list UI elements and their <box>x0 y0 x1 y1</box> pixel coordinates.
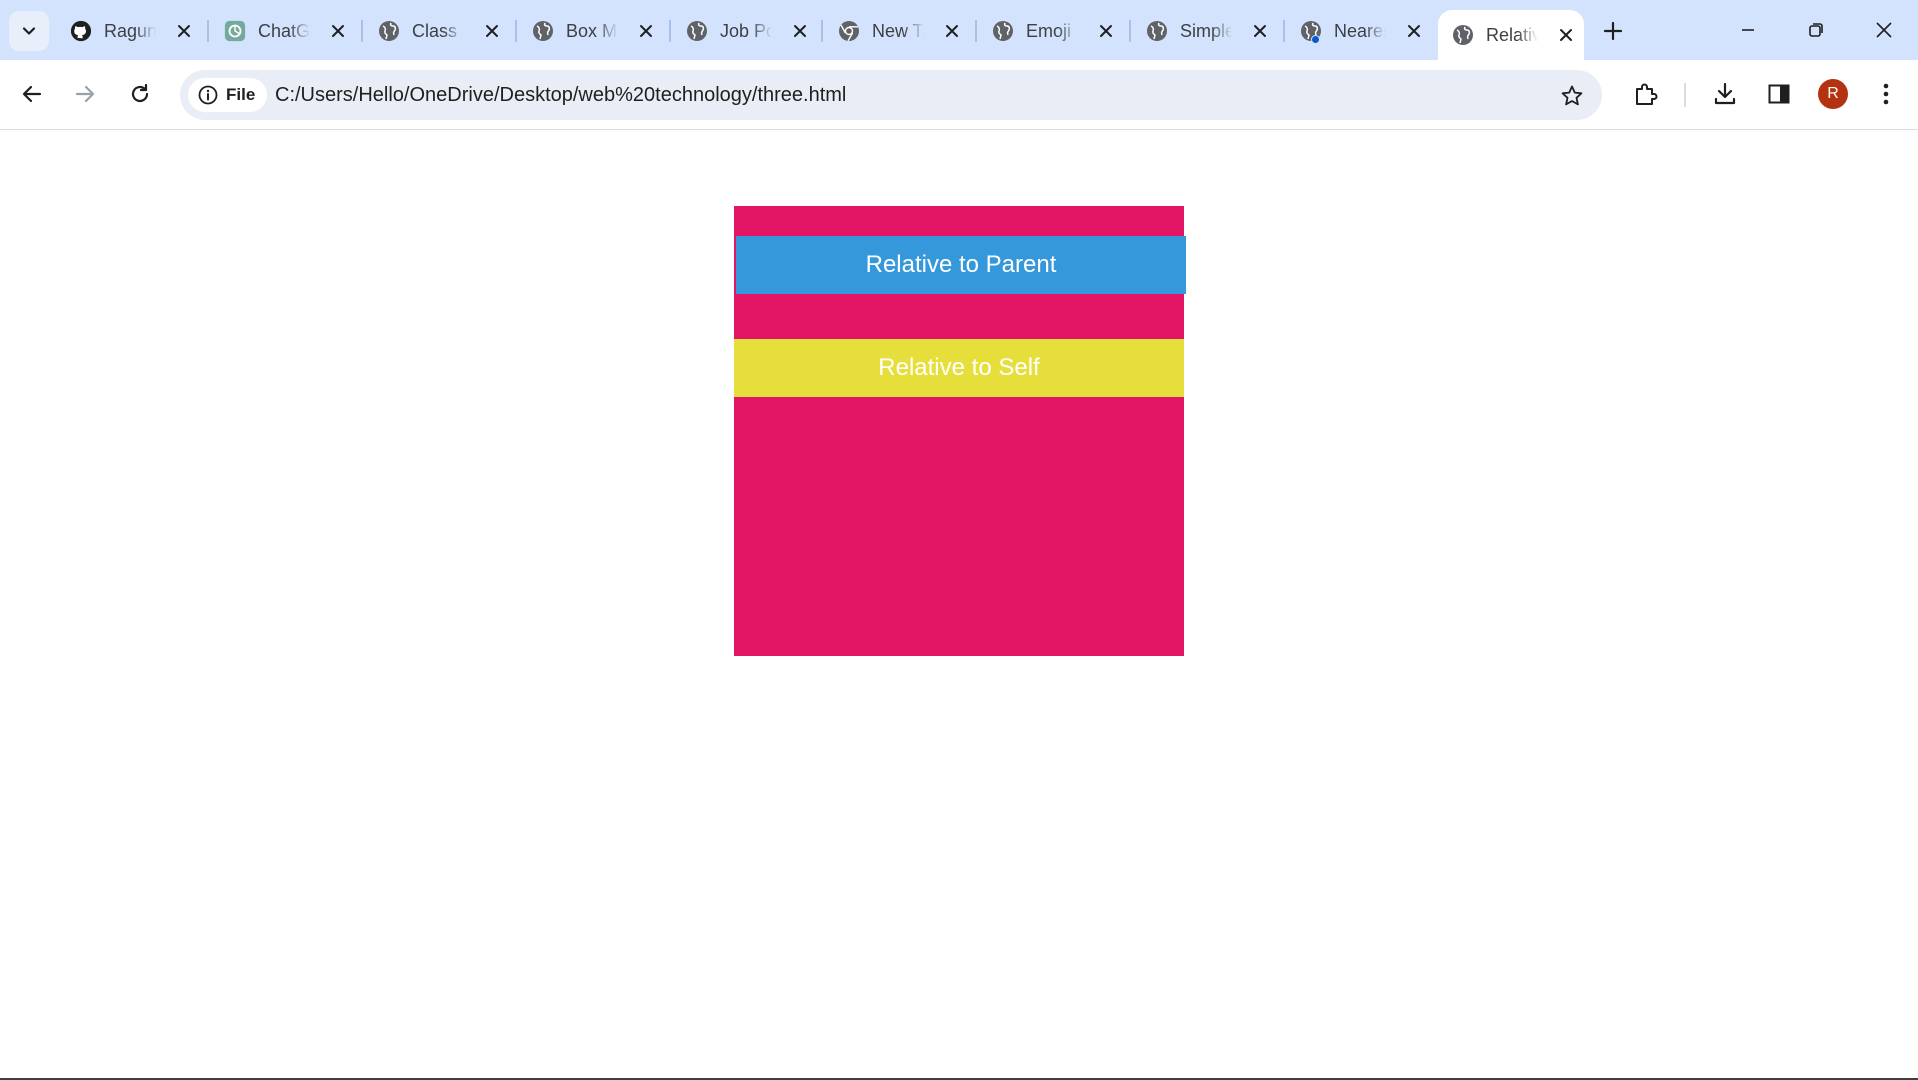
close-icon[interactable] <box>172 19 196 43</box>
minimize-button[interactable] <box>1724 10 1772 50</box>
close-icon[interactable] <box>1402 19 1426 43</box>
relative-to-self-label: Relative to Self <box>878 354 1040 381</box>
reload-icon <box>131 83 149 103</box>
address-bar[interactable]: File C:/Users/Hello/OneDrive/Desktop/web… <box>180 70 1602 120</box>
close-icon <box>1876 22 1892 38</box>
tab-emoji[interactable]: Emoji <box>978 10 1124 52</box>
back-arrow-icon <box>22 85 42 103</box>
star-icon <box>1561 85 1583 106</box>
restore-icon <box>1809 23 1823 37</box>
tab-title: Box Model <box>566 20 618 41</box>
menu-button[interactable] <box>1866 74 1906 114</box>
kebab-menu-icon <box>1883 83 1889 105</box>
tab-separator <box>821 20 823 42</box>
close-window-button[interactable] <box>1860 10 1908 50</box>
new-tab-button[interactable] <box>1597 15 1629 47</box>
tab-title: Relative <box>1486 24 1538 45</box>
tab-box-model[interactable]: Box Model <box>518 10 664 52</box>
page-viewport: Relative to Parent Relative to Self <box>0 131 1918 1080</box>
minimize-icon <box>1742 29 1754 31</box>
tab-separator <box>669 20 671 42</box>
parent-container: Relative to Parent Relative to Self <box>734 206 1186 656</box>
notification-dot <box>1311 35 1320 44</box>
puzzle-icon <box>1636 83 1658 105</box>
close-icon[interactable] <box>788 19 812 43</box>
tab-separator <box>1283 20 1285 42</box>
tab-strip: Ragunath ChatGPT Class Box Model Job Por… <box>0 0 1918 60</box>
github-icon <box>70 20 92 42</box>
reload-button[interactable] <box>120 74 160 114</box>
tab-title: Ragunath <box>104 20 156 41</box>
tab-class[interactable]: Class <box>364 10 510 52</box>
tab-relative-active[interactable]: Relative <box>1438 10 1584 60</box>
profile-avatar[interactable]: R <box>1818 79 1848 109</box>
extensions-button[interactable] <box>1626 74 1666 114</box>
plus-icon <box>1603 21 1623 41</box>
side-panel-button[interactable] <box>1759 74 1799 114</box>
tab-separator <box>1129 20 1131 42</box>
close-icon[interactable] <box>480 19 504 43</box>
side-panel-icon <box>1768 84 1790 104</box>
tab-separator <box>361 20 363 42</box>
tab-nearest[interactable]: Nearest <box>1286 10 1432 52</box>
tab-title: New Tab <box>872 20 924 41</box>
tab-title: Nearest <box>1334 20 1386 41</box>
globe-icon <box>378 20 400 42</box>
close-icon[interactable] <box>326 19 350 43</box>
tab-separator <box>975 20 977 42</box>
download-icon <box>1714 82 1736 105</box>
globe-icon <box>992 20 1014 42</box>
tab-title: Simple <box>1180 20 1232 41</box>
tab-title: ChatGPT <box>258 20 310 41</box>
back-button[interactable] <box>12 74 52 114</box>
globe-icon <box>1146 20 1168 42</box>
restore-button[interactable] <box>1792 10 1840 50</box>
close-icon[interactable] <box>634 19 658 43</box>
tab-chatgpt[interactable]: ChatGPT <box>210 10 356 52</box>
globe-icon <box>1452 24 1474 46</box>
site-info-chip[interactable]: File <box>188 78 268 112</box>
file-chip-label: File <box>226 85 256 104</box>
chrome-icon <box>838 20 860 42</box>
info-icon <box>198 85 218 105</box>
tab-separator <box>207 20 209 42</box>
tab-new-tab[interactable]: New Tab <box>824 10 970 52</box>
tab-search-button[interactable] <box>9 11 49 51</box>
close-icon[interactable] <box>1094 19 1118 43</box>
globe-icon <box>532 20 554 42</box>
relative-to-self-box: Relative to Self <box>734 339 1184 397</box>
close-icon[interactable] <box>940 19 964 43</box>
downloads-button[interactable] <box>1705 74 1745 114</box>
chevron-down-icon <box>22 27 36 35</box>
bookmark-star-button[interactable] <box>1558 82 1586 110</box>
close-icon[interactable] <box>1554 23 1578 47</box>
relative-to-parent-box: Relative to Parent <box>736 236 1186 294</box>
tab-simple[interactable]: Simple <box>1132 10 1278 52</box>
tab-title: Class <box>412 20 458 41</box>
tab-title: Job Portal <box>720 20 772 41</box>
tab-title: Emoji <box>1026 20 1072 41</box>
toolbar-separator <box>1684 83 1686 107</box>
globe-icon <box>686 20 708 42</box>
globe-icon <box>1300 20 1322 44</box>
forward-button[interactable] <box>65 74 105 114</box>
forward-arrow-icon <box>75 85 95 103</box>
tab-ragunath[interactable]: Ragunath <box>56 10 202 52</box>
close-icon[interactable] <box>1248 19 1272 43</box>
toolbar: File C:/Users/Hello/OneDrive/Desktop/web… <box>0 60 1918 130</box>
relative-to-parent-label: Relative to Parent <box>865 251 1057 278</box>
tab-job-portal[interactable]: Job Portal <box>672 10 818 52</box>
chatgpt-icon <box>224 20 246 42</box>
url-text[interactable]: C:/Users/Hello/OneDrive/Desktop/web%20te… <box>275 84 846 107</box>
tab-separator <box>515 20 517 42</box>
